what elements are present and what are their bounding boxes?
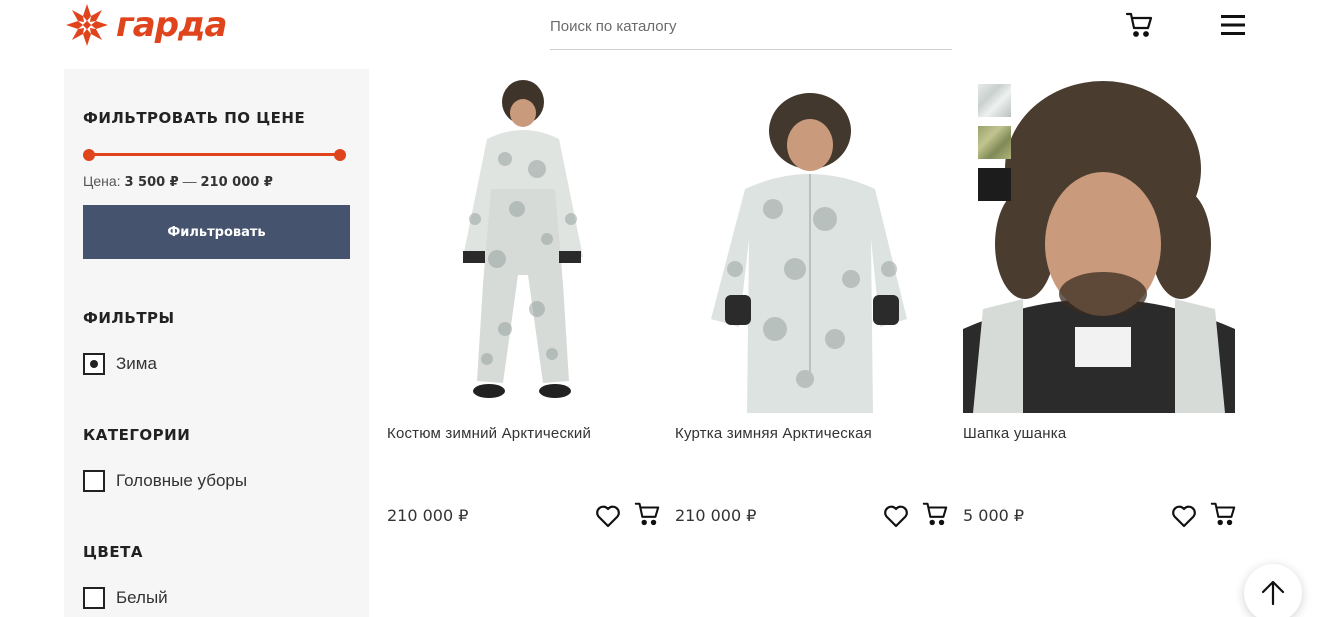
color-option-label: Белый [116, 588, 168, 607]
cart-icon [1125, 12, 1153, 37]
logo-text: гарда [116, 5, 227, 45]
category-option-headwear[interactable]: Головные уборы [83, 470, 247, 492]
header-cart-button[interactable] [1124, 10, 1154, 40]
product-image[interactable] [387, 69, 659, 413]
color-swatch-white-camo[interactable] [978, 84, 1011, 117]
cart-icon [1210, 502, 1236, 526]
heart-icon [884, 505, 908, 528]
fur-hat-photo [963, 69, 1235, 413]
scroll-to-top-button[interactable] [1244, 564, 1302, 617]
checkbox[interactable] [83, 587, 105, 609]
filter-option-label: Зима [116, 354, 157, 373]
price-range-max-handle[interactable] [334, 149, 346, 161]
cart-icon [634, 502, 660, 526]
color-swatch-black[interactable] [978, 168, 1011, 201]
price-max-value: 210 000 ₽ [200, 175, 273, 190]
category-option-label: Головные уборы [116, 471, 248, 490]
checkbox[interactable] [83, 353, 105, 375]
filters-sidebar: ФИЛЬТРОВАТЬ ПО ЦЕНЕ Цена: 3 500 ₽ — 210 … [64, 69, 369, 617]
price-range-min-handle[interactable] [83, 149, 95, 161]
price-range-text: Цена: 3 500 ₽ — 210 000 ₽ [83, 173, 273, 190]
categories-title: КАТЕГОРИИ [83, 426, 191, 444]
filter-option-winter[interactable]: Зима [83, 353, 157, 375]
product-price: 210 000 ₽ [675, 506, 757, 525]
product-name[interactable]: Шапка ушанка [963, 425, 1066, 442]
add-to-cart-button[interactable] [633, 500, 661, 528]
brand-logo[interactable]: гарда [64, 2, 234, 48]
filters-title: ФИЛЬТРЫ [83, 309, 175, 327]
add-to-favorites-button[interactable] [594, 502, 622, 530]
arrow-up-icon [1261, 580, 1285, 606]
product-card: Куртка зимняя Арктическая 210 000 ₽ [675, 69, 949, 539]
snowflake-logo-icon [66, 4, 108, 46]
checkbox[interactable] [83, 470, 105, 492]
cart-icon [922, 502, 948, 526]
winter-jacket-photo [675, 69, 947, 413]
price-min-value: 3 500 ₽ [124, 175, 179, 190]
search-input[interactable] [550, 8, 952, 44]
product-name[interactable]: Костюм зимний Арктический [387, 425, 591, 442]
add-to-favorites-button[interactable] [1170, 502, 1198, 530]
apply-filter-button[interactable]: Фильтровать [83, 205, 350, 259]
winter-suit-photo [387, 69, 659, 413]
search-bar[interactable] [550, 8, 952, 50]
price-separator: — [182, 173, 197, 189]
product-price: 210 000 ₽ [387, 506, 469, 525]
hamburger-menu-icon [1221, 15, 1245, 35]
product-price: 5 000 ₽ [963, 506, 1025, 525]
price-range-track[interactable] [89, 153, 340, 156]
product-image[interactable] [963, 69, 1235, 413]
add-to-cart-button[interactable] [921, 500, 949, 528]
price-label: Цена: [83, 173, 121, 189]
menu-button[interactable] [1219, 12, 1247, 38]
add-to-favorites-button[interactable] [882, 502, 910, 530]
color-swatch-green-camo[interactable] [978, 126, 1011, 159]
product-name[interactable]: Куртка зимняя Арктическая [675, 425, 872, 442]
colors-title: ЦВЕТА [83, 543, 143, 561]
heart-icon [1172, 505, 1196, 528]
heart-icon [596, 505, 620, 528]
product-card: Шапка ушанка 5 000 ₽ [963, 69, 1237, 539]
product-card: Костюм зимний Арктический 210 000 ₽ [387, 69, 661, 539]
color-option-white[interactable]: Белый [83, 587, 168, 609]
product-image[interactable] [675, 69, 947, 413]
price-filter-title: ФИЛЬТРОВАТЬ ПО ЦЕНЕ [83, 109, 306, 127]
add-to-cart-button[interactable] [1209, 500, 1237, 528]
